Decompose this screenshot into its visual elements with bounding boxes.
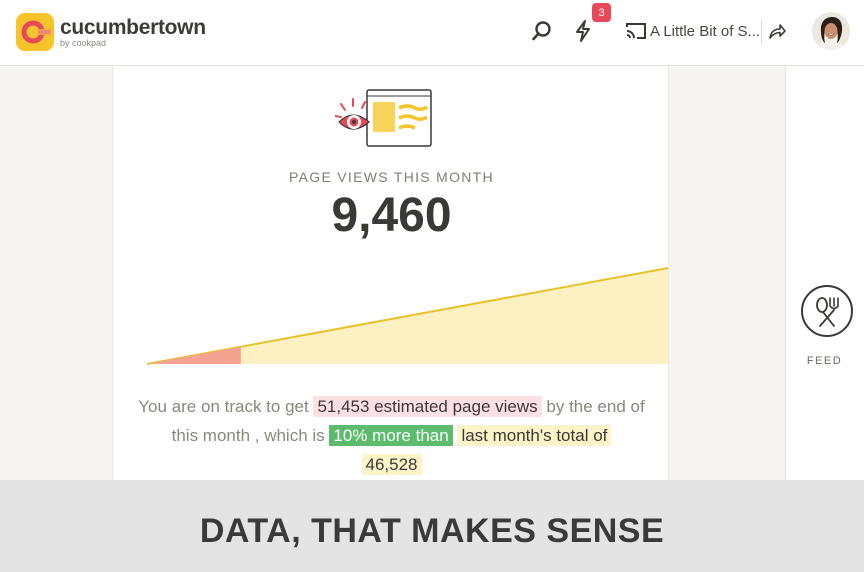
top-bar: cucumbertown by cookpad 3 A Little Bit o… [0, 0, 864, 66]
share-icon[interactable] [762, 16, 792, 46]
projection-summary: You are on track to get 51,453 estimated… [131, 392, 652, 479]
last-month-total: 46,528 [361, 454, 422, 475]
last-month-highlight: last month's total of [457, 425, 612, 446]
estimate-highlight: 51,453 estimated page views [313, 396, 542, 417]
summary-text-1: You are on track to get [138, 397, 309, 416]
user-avatar[interactable] [812, 12, 850, 50]
search-icon[interactable] [527, 16, 557, 46]
right-sidebar [785, 66, 864, 480]
fork-knife-icon [816, 297, 839, 327]
page-views-illustration [334, 86, 435, 152]
tagline-banner: DATA, THAT MAKES SENSE [0, 480, 864, 572]
logo-text: cucumbertown [60, 15, 206, 39]
logo-subtitle: by cookpad [60, 37, 107, 48]
cast-icon[interactable] [621, 16, 651, 46]
stats-card: PAGE VIEWS THIS MONTH 9,460 You are on t… [112, 66, 669, 480]
growth-highlight: 10% more than [329, 425, 453, 446]
page-views-count: 9,460 [331, 189, 452, 242]
page-views-label: PAGE VIEWS THIS MONTH [289, 169, 494, 185]
feed-label: FEED [806, 355, 843, 367]
feed-button[interactable] [801, 285, 853, 337]
recipe-title-link[interactable]: A Little Bit of S... [650, 23, 760, 40]
tagline: DATA, THAT MAKES SENSE [199, 512, 665, 550]
logo[interactable]: cucumbertown by cookpad [16, 13, 206, 51]
logo-icon [16, 13, 54, 51]
page-views-trend-chart [146, 267, 669, 365]
notification-badge: 3 [592, 3, 611, 22]
